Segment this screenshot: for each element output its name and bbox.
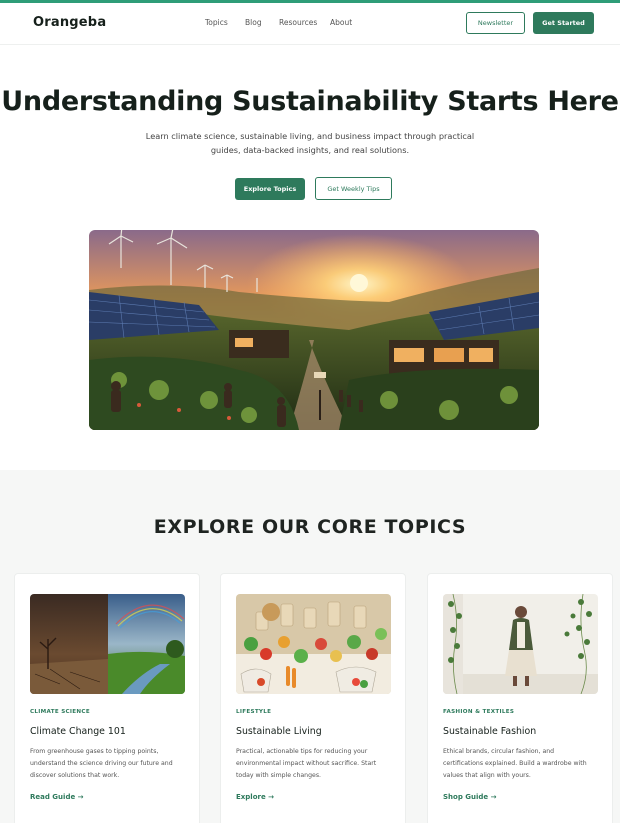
nav-item-topics[interactable]: Topics xyxy=(205,18,228,27)
site-header: Orangeba Topics Blog Resources About New… xyxy=(0,3,620,45)
nav-item-resources[interactable]: Resources xyxy=(279,18,317,27)
shop-guide-link[interactable]: Shop Guide → xyxy=(443,793,496,801)
main-nav: Topics Blog Resources About xyxy=(0,18,620,32)
card-title[interactable]: Sustainable Living xyxy=(236,726,322,737)
explore-topics-button[interactable]: Explore Topics xyxy=(235,178,305,200)
sustainable-fashion-image xyxy=(443,594,598,694)
card-category: CLIMATE SCIENCE xyxy=(30,709,90,715)
sustainable-living-image xyxy=(236,594,391,694)
get-started-button[interactable]: Get Started xyxy=(533,12,594,34)
explore-link[interactable]: Explore → xyxy=(236,793,274,801)
weekly-tips-button[interactable]: Get Weekly Tips xyxy=(315,177,392,200)
read-guide-link[interactable]: Read Guide → xyxy=(30,793,84,801)
nav-item-about[interactable]: About xyxy=(330,18,352,27)
hero-subtitle: Learn climate science, sustainable livin… xyxy=(145,131,475,155)
topic-card-climate[interactable]: CLIMATE SCIENCE Climate Change 101 From … xyxy=(14,573,200,823)
card-title[interactable]: Climate Change 101 xyxy=(30,726,126,737)
topic-card-living[interactable]: LIFESTYLE Sustainable Living Practical, … xyxy=(220,573,406,823)
hero-title: Understanding Sustainability Starts Here xyxy=(1,86,619,117)
card-category: FASHION & TEXTILES xyxy=(443,709,515,715)
card-title[interactable]: Sustainable Fashion xyxy=(443,726,536,737)
newsletter-button[interactable]: Newsletter xyxy=(466,12,525,34)
card-description: Ethical brands, circular fashion, and ce… xyxy=(443,748,587,779)
nav-item-blog[interactable]: Blog xyxy=(245,18,262,27)
hero-image xyxy=(89,230,539,430)
topics-heading: EXPLORE OUR CORE TOPICS xyxy=(153,516,467,538)
card-description: From greenhouse gases to tipping points,… xyxy=(30,748,173,779)
card-description: Practical, actionable tips for reducing … xyxy=(236,748,377,779)
card-category: LIFESTYLE xyxy=(236,709,272,715)
climate-change-image xyxy=(30,594,185,694)
topic-card-fashion[interactable]: FASHION & TEXTILES Sustainable Fashion E… xyxy=(427,573,613,823)
